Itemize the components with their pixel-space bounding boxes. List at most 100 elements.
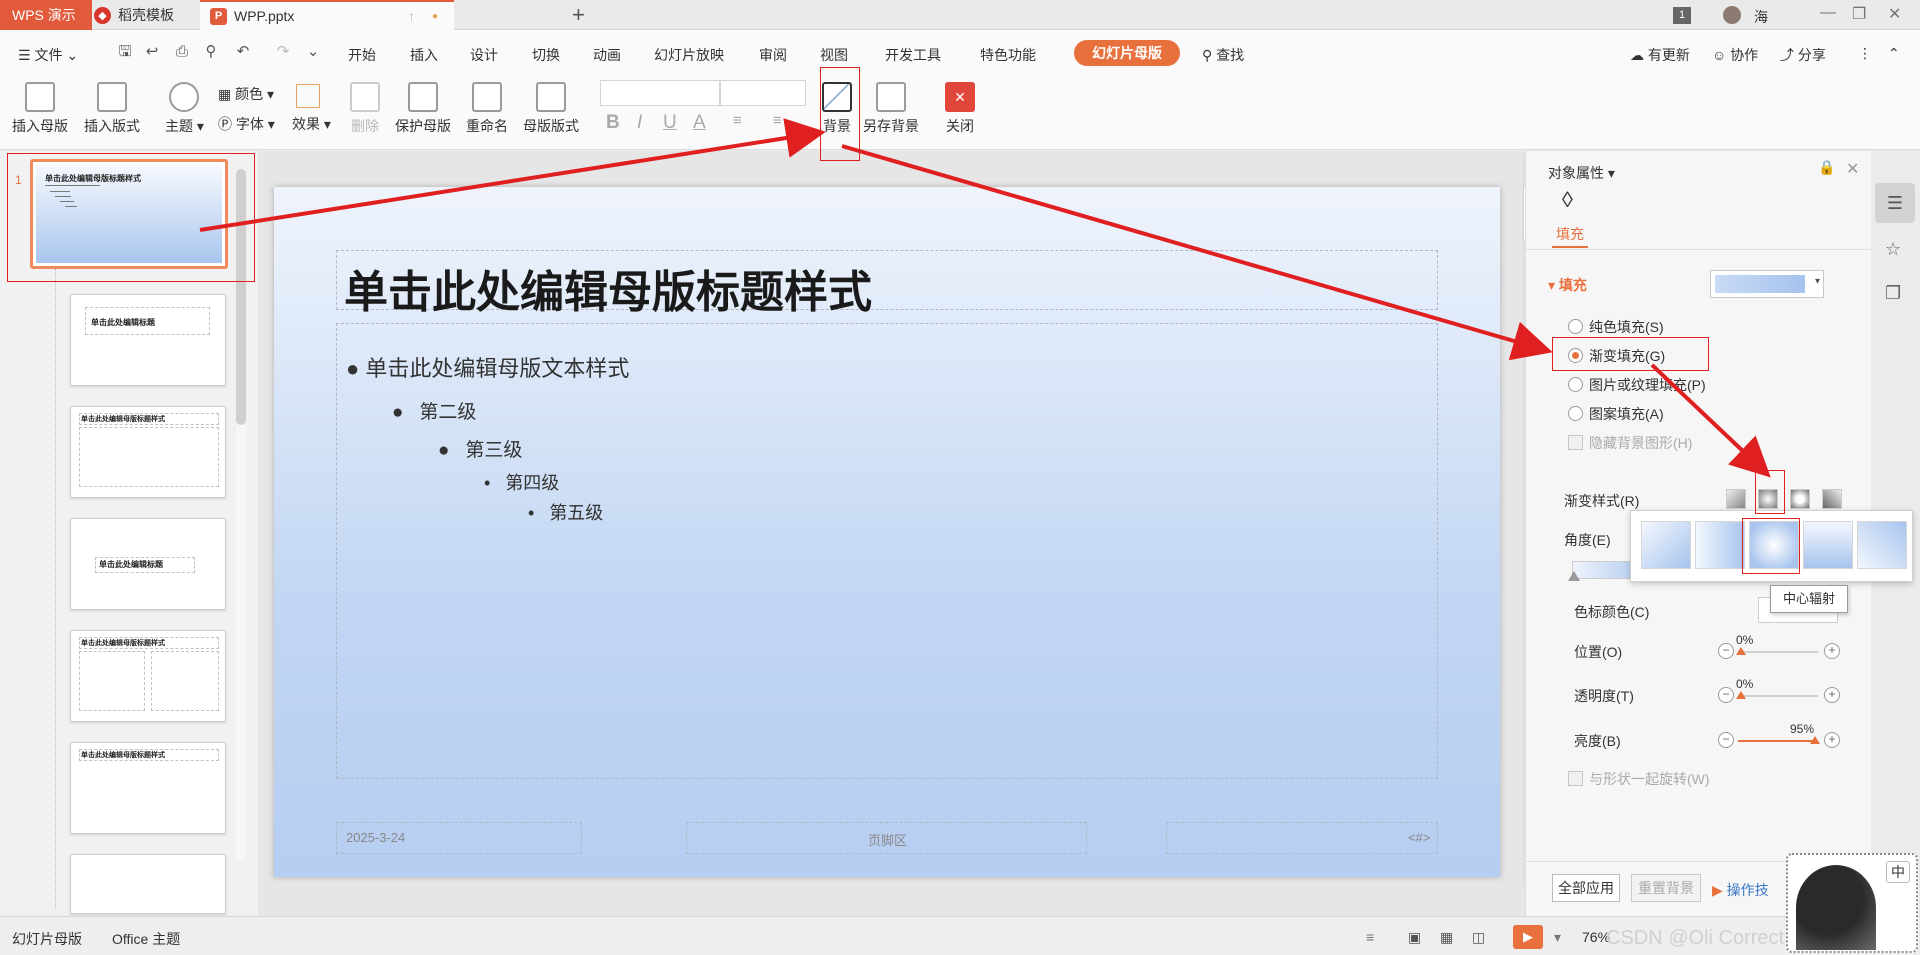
fonts-button[interactable]: Ⓟ 字体 ▾ (218, 114, 275, 134)
transition-icon[interactable]: ❐ (1885, 283, 1901, 304)
apply-all-button[interactable]: 全部应用 (1552, 874, 1620, 902)
italic-button[interactable]: I (637, 112, 642, 134)
bold-button[interactable]: B (606, 112, 620, 134)
fill-color-dropdown[interactable]: ▾ (1710, 270, 1824, 298)
reading-view-icon[interactable]: ◫ (1472, 929, 1485, 946)
collaborate-button[interactable]: ☺ 协作 (1712, 45, 1758, 65)
new-tab-icon[interactable]: + (572, 2, 585, 28)
close-window-icon[interactable]: ✕ (1888, 4, 1901, 24)
increase-position-button[interactable]: + (1824, 643, 1840, 659)
solid-fill-radio[interactable] (1568, 319, 1583, 334)
tab-fill[interactable]: 填充 (1556, 224, 1584, 244)
numbered-list-icon[interactable]: ≡ (773, 112, 782, 129)
search-button[interactable]: ⚲ 查找 (1202, 45, 1244, 65)
play-options-icon[interactable]: ▾ (1554, 929, 1561, 946)
close-panel-icon[interactable]: ✕ (1846, 159, 1859, 179)
decrease-position-button[interactable]: − (1718, 643, 1734, 659)
slider-handle-icon[interactable] (1810, 736, 1820, 744)
decrease-brightness-button[interactable]: − (1718, 732, 1734, 748)
print-preview-icon[interactable]: ⚲ (202, 43, 220, 61)
customize-icon[interactable]: ⌄ (304, 43, 322, 61)
decrease-transparency-button[interactable]: − (1718, 687, 1734, 703)
menu-transition[interactable]: 切换 (532, 45, 560, 65)
slide[interactable]: 单击此处编辑母版标题样式 ● 单击此处编辑母版文本样式 ● 第二级 ● 第三级 … (274, 187, 1500, 877)
pin-icon[interactable]: 🔒 (1818, 159, 1835, 176)
window-count-badge[interactable]: 1 (1673, 7, 1691, 24)
notes-icon[interactable]: ≡ (1366, 929, 1374, 945)
update-button[interactable]: ☁ 有更新 (1630, 45, 1690, 65)
protect-master-button[interactable]: 保护母版 (395, 82, 451, 136)
increase-brightness-button[interactable]: + (1824, 732, 1840, 748)
layout-thumbnail[interactable] (70, 854, 226, 914)
underline-button[interactable]: U (663, 112, 677, 134)
export-icon[interactable]: ↩ (143, 43, 161, 61)
layout-thumbnail[interactable]: 单击此处编辑母版标题样式 (70, 630, 226, 722)
font-color-button[interactable]: A (693, 112, 706, 134)
insert-layout-button[interactable]: 插入版式 (84, 82, 140, 136)
redo-icon[interactable]: ↷ (274, 43, 292, 61)
transparency-slider[interactable] (1738, 695, 1818, 697)
normal-view-icon[interactable]: ▣ (1408, 929, 1421, 946)
theme-name[interactable]: Office 主题 (112, 929, 180, 949)
rotate-with-shape-checkbox[interactable] (1568, 771, 1583, 786)
gradient-option-linear[interactable] (1641, 521, 1691, 569)
menu-start[interactable]: 开始 (348, 45, 376, 65)
close-master-button[interactable]: ✕ 关闭 (945, 82, 975, 136)
restore-icon[interactable]: ❐ (1852, 4, 1866, 24)
file-menu[interactable]: ☰ 文件 ⌄ (18, 45, 78, 65)
ime-widget[interactable]: 中 (1786, 853, 1918, 953)
menu-developer[interactable]: 开发工具 (885, 45, 941, 65)
master-layout-button[interactable]: 母版版式 (523, 82, 579, 136)
upload-icon[interactable]: ↑ (408, 8, 415, 24)
font-size-select[interactable] (720, 80, 806, 106)
menu-design[interactable]: 设计 (470, 45, 498, 65)
print-icon[interactable]: ⎙ (173, 43, 191, 61)
panel-header[interactable]: 对象属性 ▾ (1548, 163, 1615, 183)
font-name-select[interactable] (600, 80, 720, 106)
bullet-list-icon[interactable]: ≡ (733, 112, 742, 129)
sorter-view-icon[interactable]: ▦ (1440, 929, 1453, 946)
body-placeholder[interactable] (336, 323, 1438, 779)
layout-thumbnail[interactable]: 单击此处编辑标题 (70, 518, 226, 610)
hide-background-checkbox[interactable] (1568, 435, 1583, 450)
brightness-slider[interactable] (1738, 740, 1818, 742)
gradient-rect-icon[interactable] (1790, 489, 1810, 509)
share-button[interactable]: ⤴ 分享 (1780, 45, 1826, 65)
menu-review[interactable]: 审阅 (759, 45, 787, 65)
gradient-linear-icon[interactable] (1726, 489, 1746, 509)
increase-transparency-button[interactable]: + (1824, 687, 1840, 703)
menu-insert[interactable]: 插入 (410, 45, 438, 65)
undo-icon[interactable]: ↶ (234, 43, 252, 61)
gradient-bar[interactable] (1572, 561, 1632, 579)
slide-number-placeholder[interactable] (1166, 822, 1438, 854)
insert-master-button[interactable]: 插入母版 (12, 82, 68, 136)
properties-icon[interactable]: ☰ (1875, 183, 1915, 223)
gradient-option-diagonal[interactable] (1857, 521, 1907, 569)
menu-animation[interactable]: 动画 (593, 45, 621, 65)
theme-button[interactable]: 主题 ▾ (165, 82, 204, 136)
layout-thumbnail[interactable]: 单击此处编辑母版标题样式 (70, 742, 226, 834)
app-tab[interactable]: WPS 演示 (0, 0, 92, 30)
save-background-button[interactable]: 另存背景 (863, 82, 919, 136)
tab-daoke-template[interactable]: ◆ 稻壳模板 (84, 0, 200, 30)
minimize-icon[interactable]: — (1820, 4, 1836, 22)
stop-handle-icon[interactable] (1568, 571, 1580, 581)
picture-fill-radio[interactable] (1568, 377, 1583, 392)
gradient-path-icon[interactable] (1822, 489, 1842, 509)
play-button[interactable]: ▶ (1513, 925, 1543, 949)
collapse-ribbon-icon[interactable]: ⌃ (1888, 45, 1900, 62)
tab-slide-master[interactable]: 幻灯片母版 (1074, 40, 1180, 66)
layout-thumbnail[interactable]: 单击此处编辑母版标题样式 (70, 406, 226, 498)
position-slider[interactable] (1738, 651, 1818, 653)
delete-button[interactable]: 删除 (350, 82, 380, 136)
tips-link[interactable]: ▶ 操作技 (1712, 880, 1769, 900)
more-icon[interactable]: ⋮ (1858, 45, 1872, 62)
layout-thumbnail[interactable]: 单击此处编辑标题 (70, 294, 226, 386)
tab-wpp-pptx[interactable]: P WPP.pptx ↑ ● (200, 0, 454, 30)
menu-slideshow[interactable]: 幻灯片放映 (654, 45, 724, 65)
animation-icon[interactable]: ☆ (1885, 239, 1901, 260)
gradient-option-horizontal[interactable] (1695, 521, 1745, 569)
menu-special[interactable]: 特色功能 (980, 45, 1036, 65)
colors-button[interactable]: ▦ 颜色 ▾ (218, 84, 274, 104)
pattern-fill-radio[interactable] (1568, 406, 1583, 421)
